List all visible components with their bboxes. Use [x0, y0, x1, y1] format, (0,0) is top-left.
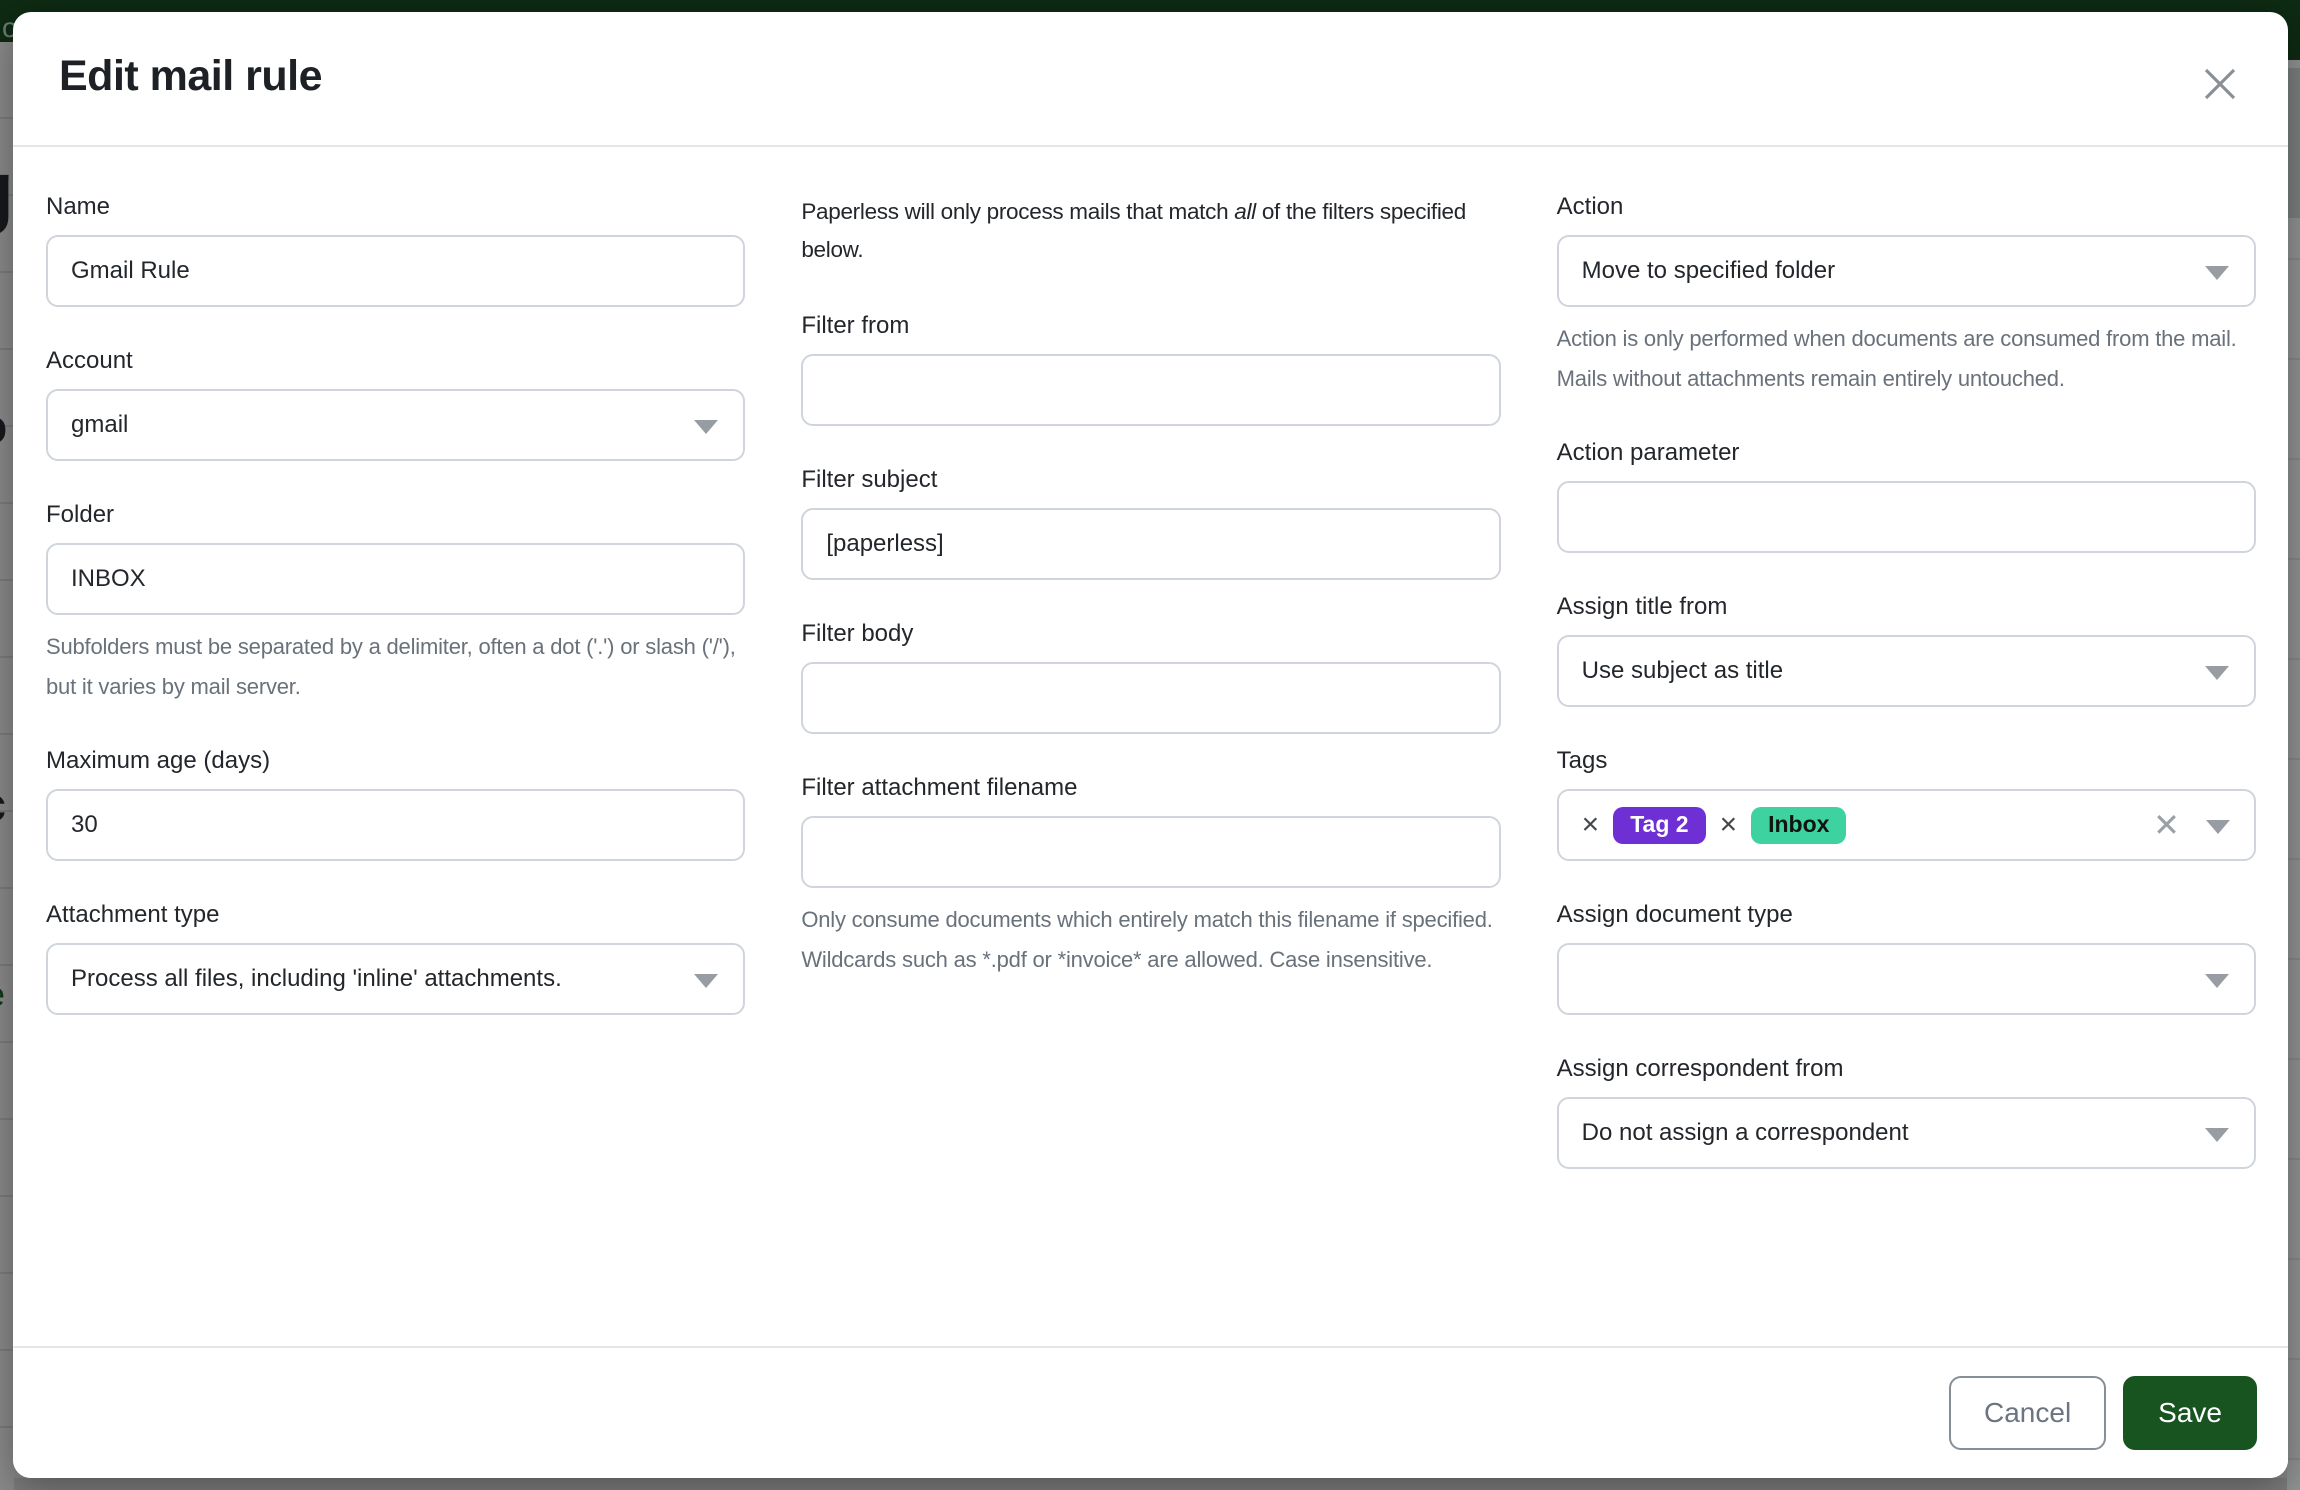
filter-from-input[interactable]	[801, 354, 1500, 426]
filter-subject-input[interactable]	[801, 508, 1500, 580]
tags-multiselect[interactable]: × Tag 2 × Inbox ✕	[1557, 789, 2256, 861]
column-actions: Action Move to specified folder Action i…	[1557, 193, 2256, 1209]
action-parameter-label: Action parameter	[1557, 439, 2256, 467]
action-help-text: Action is only performed when documents …	[1557, 319, 2256, 399]
maximum-age-label: Maximum age (days)	[46, 747, 745, 775]
assign-correspondent-from-select[interactable]: Do not assign a correspondent	[1557, 1097, 2256, 1169]
bg-text-fragment: u	[0, 912, 1, 946]
close-button[interactable]	[2198, 60, 2246, 108]
page-scrollbar[interactable]	[2287, 60, 2300, 1490]
dialog-title: Edit mail rule	[59, 52, 2243, 101]
name-input[interactable]	[46, 235, 745, 307]
chevron-down-icon	[2206, 820, 2230, 834]
assign-document-type-select[interactable]	[1557, 943, 2256, 1015]
edit-mail-rule-dialog: Edit mail rule Name Account gmail	[13, 12, 2288, 1478]
chevron-down-icon	[694, 974, 718, 988]
account-label: Account	[46, 347, 745, 375]
dialog-body: Name Account gmail Folder Subfolders mus…	[13, 147, 2288, 1209]
dialog-header: Edit mail rule	[13, 12, 2288, 147]
action-parameter-input[interactable]	[1557, 481, 2256, 553]
bg-text-fragment: o	[0, 404, 7, 452]
column-filters: Paperless will only process mails that m…	[801, 193, 1500, 1209]
assign-title-from-select[interactable]: Use subject as title	[1557, 635, 2256, 707]
bg-text-fragment: g	[0, 150, 14, 232]
folder-help-text: Subfolders must be separated by a delimi…	[46, 627, 745, 707]
assign-correspondent-from-label: Assign correspondent from	[1557, 1055, 2256, 1083]
chevron-down-icon	[2205, 266, 2229, 280]
filter-from-label: Filter from	[801, 312, 1500, 340]
folder-input[interactable]	[46, 543, 745, 615]
assign-document-type-label: Assign document type	[1557, 901, 2256, 929]
chevron-down-icon	[2205, 666, 2229, 680]
maximum-age-input[interactable]	[46, 789, 745, 861]
filters-intro-text: Paperless will only process mails that m…	[801, 193, 1500, 270]
account-select[interactable]: gmail	[46, 389, 745, 461]
filter-body-label: Filter body	[801, 620, 1500, 648]
chevron-down-icon	[2205, 974, 2229, 988]
assign-title-from-select-value: Use subject as title	[1582, 657, 1783, 685]
filter-attachment-filename-label: Filter attachment filename	[801, 774, 1500, 802]
remove-tag-icon[interactable]: ×	[1720, 810, 1738, 840]
assign-correspondent-from-select-value: Do not assign a correspondent	[1582, 1119, 1909, 1147]
cancel-button[interactable]: Cancel	[1949, 1376, 2106, 1450]
remove-tag-icon[interactable]: ×	[1582, 810, 1600, 840]
bg-text-fragment: e	[0, 978, 5, 1012]
background-page-sliver: g o lc u e	[0, 42, 14, 1490]
attachment-type-select[interactable]: Process all files, including 'inline' at…	[46, 943, 745, 1015]
attachment-type-select-value: Process all files, including 'inline' at…	[71, 965, 562, 993]
chevron-down-icon	[2205, 1128, 2229, 1142]
account-select-value: gmail	[71, 411, 128, 439]
action-label: Action	[1557, 193, 2256, 221]
attachment-type-label: Attachment type	[46, 901, 745, 929]
tag-badge: Tag 2	[1613, 807, 1705, 844]
tags-label: Tags	[1557, 747, 2256, 775]
background-page-bottom-strip	[14, 1478, 2287, 1490]
action-select-value: Move to specified folder	[1582, 257, 1835, 285]
filter-attachment-filename-help-text: Only consume documents which entirely ma…	[801, 900, 1500, 980]
clear-tags-icon[interactable]: ✕	[2153, 809, 2180, 841]
page-scrollbar-thumb[interactable]	[2287, 68, 2300, 218]
filter-body-input[interactable]	[801, 662, 1500, 734]
assign-title-from-label: Assign title from	[1557, 593, 2256, 621]
folder-label: Folder	[46, 501, 745, 529]
close-icon	[2198, 62, 2246, 106]
name-label: Name	[46, 193, 745, 221]
bg-text-fragment: lc	[0, 782, 6, 830]
save-button[interactable]: Save	[2123, 1376, 2257, 1450]
dialog-footer: Cancel Save	[13, 1346, 2288, 1478]
tag-badge: Inbox	[1751, 807, 1846, 844]
action-select[interactable]: Move to specified folder	[1557, 235, 2256, 307]
chevron-down-icon	[694, 420, 718, 434]
column-mail-settings: Name Account gmail Folder Subfolders mus…	[46, 193, 745, 1209]
filter-subject-label: Filter subject	[801, 466, 1500, 494]
filter-attachment-filename-input[interactable]	[801, 816, 1500, 888]
